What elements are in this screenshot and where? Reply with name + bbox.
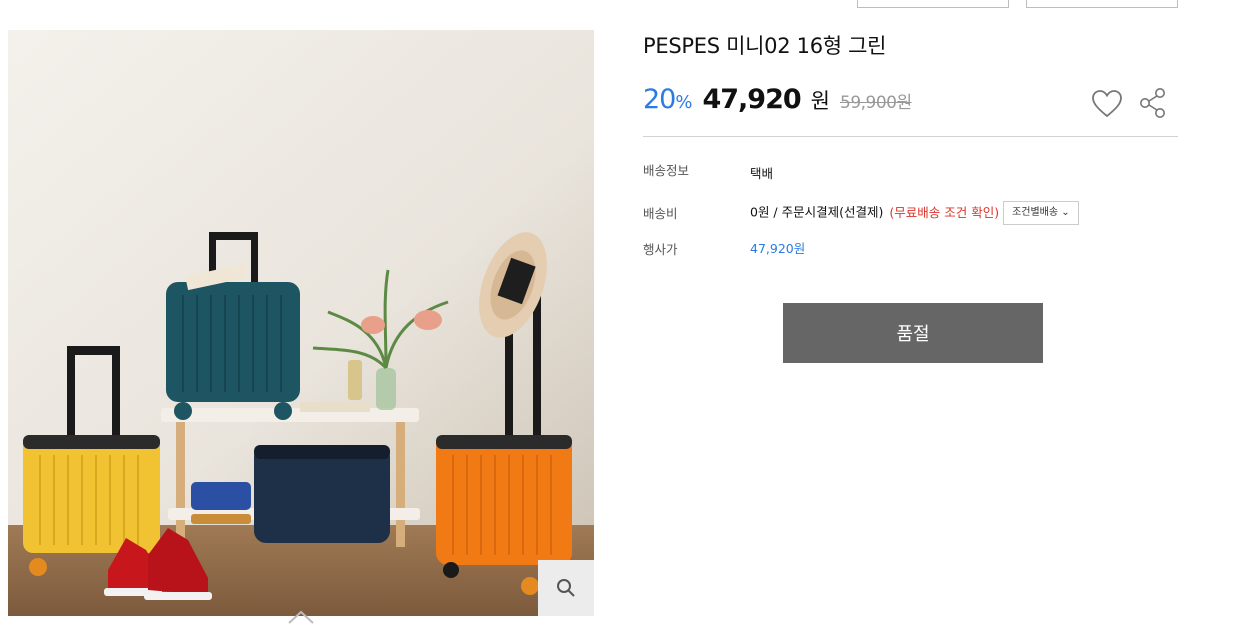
event-price-value: 47,920원 — [750, 241, 806, 256]
share-button[interactable] — [1138, 87, 1168, 119]
shipping-condition-button[interactable]: 조건별배송 ⌄ — [1003, 201, 1079, 225]
original-price: 59,900원 — [840, 93, 912, 113]
heart-icon — [1092, 90, 1122, 118]
top-option-button-2[interactable] — [1026, 0, 1178, 8]
price-divider — [643, 136, 1178, 137]
top-option-button-1[interactable] — [857, 0, 1009, 8]
discount-rate: 20 — [643, 84, 676, 115]
shipping-fee-label: 배송비 — [643, 206, 678, 221]
product-image — [8, 30, 594, 616]
product-title: PESPES 미니02 16형 그린 — [643, 34, 887, 58]
shipping-info-value: 택배 — [750, 166, 774, 181]
wishlist-button[interactable] — [1091, 89, 1123, 119]
shipping-fee-row: 0원 / 주문시결제(선결제) (무료배송 조건 확인) 조건별배송 ⌄ — [750, 201, 1079, 225]
discount-unit: % — [675, 92, 693, 113]
price-row: 20 % 47,920 원 59,900원 — [643, 84, 912, 124]
sale-price-unit: 원 — [810, 89, 830, 113]
sale-price: 47,920 — [702, 84, 801, 115]
share-icon — [1140, 88, 1165, 118]
free-shipping-condition-link[interactable]: (무료배송 조건 확인) — [889, 205, 999, 220]
soldout-button[interactable]: 품절 — [783, 303, 1043, 363]
search-icon — [557, 579, 575, 597]
scroll-up-button[interactable] — [287, 607, 315, 627]
chevron-up-icon — [288, 610, 314, 624]
shipping-fee-value: 0원 / 주문시결제(선결제) — [750, 204, 884, 220]
zoom-button[interactable] — [538, 560, 594, 616]
event-price-label: 행사가 — [643, 242, 678, 257]
product-photo — [8, 30, 594, 616]
shipping-info-label: 배송정보 — [643, 163, 690, 178]
